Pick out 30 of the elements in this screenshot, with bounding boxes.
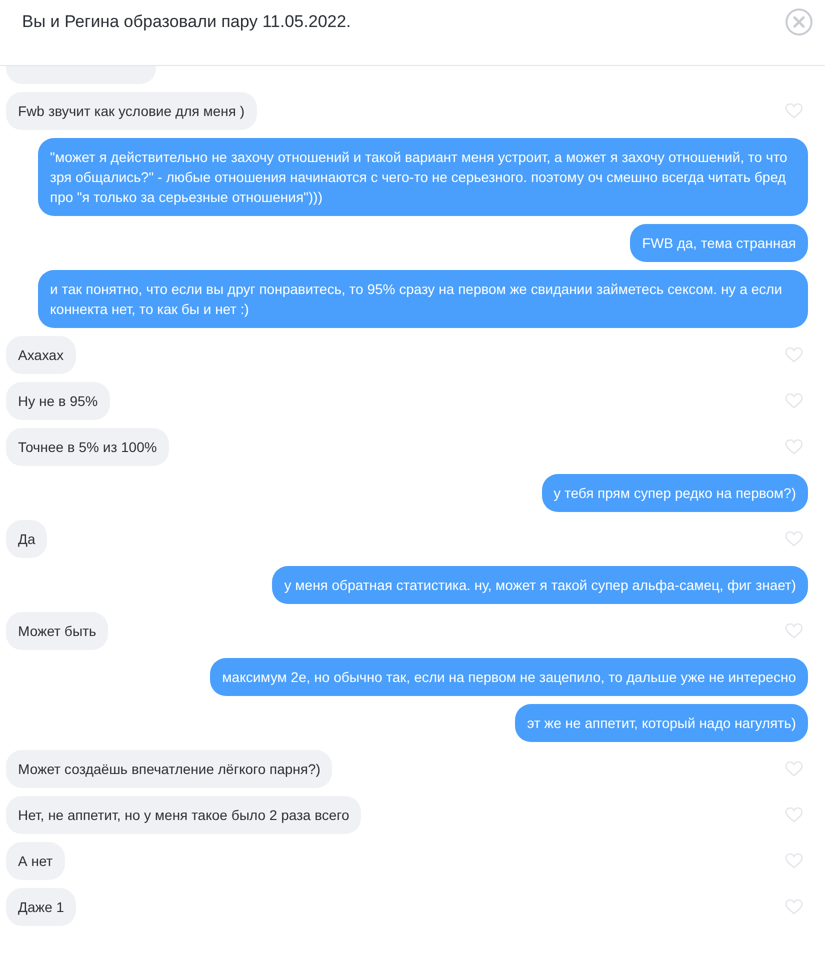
sent-message: у меня обратная статистика. ну, может я такой супер альфа-самец, фиг знает) — [272, 566, 808, 604]
sent-message: "может я действительно не захочу отношений и такой вариант меня устроит, а может я захочу отношений, то что зря общались?" - любые отношения начинаются с чего-то не серьезного. поэтому оч смешно всегда читать бред про "я только за серьезные отношения"))) — [38, 138, 808, 216]
heart-icon[interactable] — [785, 623, 803, 639]
sent-message: у тебя прям супер редко на первом?) — [542, 474, 808, 512]
sent-message: максимум 2е, но обычно так, если на первом не зацепило, то дальше уже не интересно — [210, 658, 808, 696]
close-button[interactable] — [785, 8, 813, 36]
received-message: Нет, не аппетит, но у меня такое было 2 раза всего — [6, 796, 362, 834]
heart-icon[interactable] — [785, 531, 803, 547]
received-message: Может быть — [6, 612, 108, 650]
received-message: Да — [6, 520, 48, 558]
received-message: Fwb звучит как условие для меня ) — [6, 92, 257, 130]
received-message: Даже 1 — [6, 888, 76, 926]
heart-icon[interactable] — [785, 899, 803, 915]
heart-icon[interactable] — [785, 393, 803, 409]
heart-icon[interactable] — [785, 853, 803, 869]
received-message: Ахахах — [6, 336, 76, 374]
received-message: Точнее в 5% из 100% — [6, 428, 169, 466]
heart-icon[interactable] — [785, 439, 803, 455]
close-icon — [785, 8, 813, 36]
heart-icon[interactable] — [785, 347, 803, 363]
match-title: Вы и Регина образовали пару 11.05.2022. — [22, 12, 351, 32]
received-message: Ну не в 95% — [6, 382, 110, 420]
sent-message: и так понятно, что если вы друг понравитесь, то 95% сразу на первом же свидании займетесь сексом. ну а если коннекта нет, то как бы и нет :) — [38, 270, 808, 328]
sent-message: FWB да, тема странная — [630, 224, 808, 262]
received-message: Может создаёшь впечатление лёгкого парня?) — [6, 750, 332, 788]
heart-icon[interactable] — [785, 103, 803, 119]
sent-message: эт же не аппетит, который надо нагулять) — [515, 704, 808, 742]
received-message: А нет — [6, 842, 65, 880]
heart-icon[interactable] — [785, 761, 803, 777]
heart-icon[interactable] — [785, 807, 803, 823]
